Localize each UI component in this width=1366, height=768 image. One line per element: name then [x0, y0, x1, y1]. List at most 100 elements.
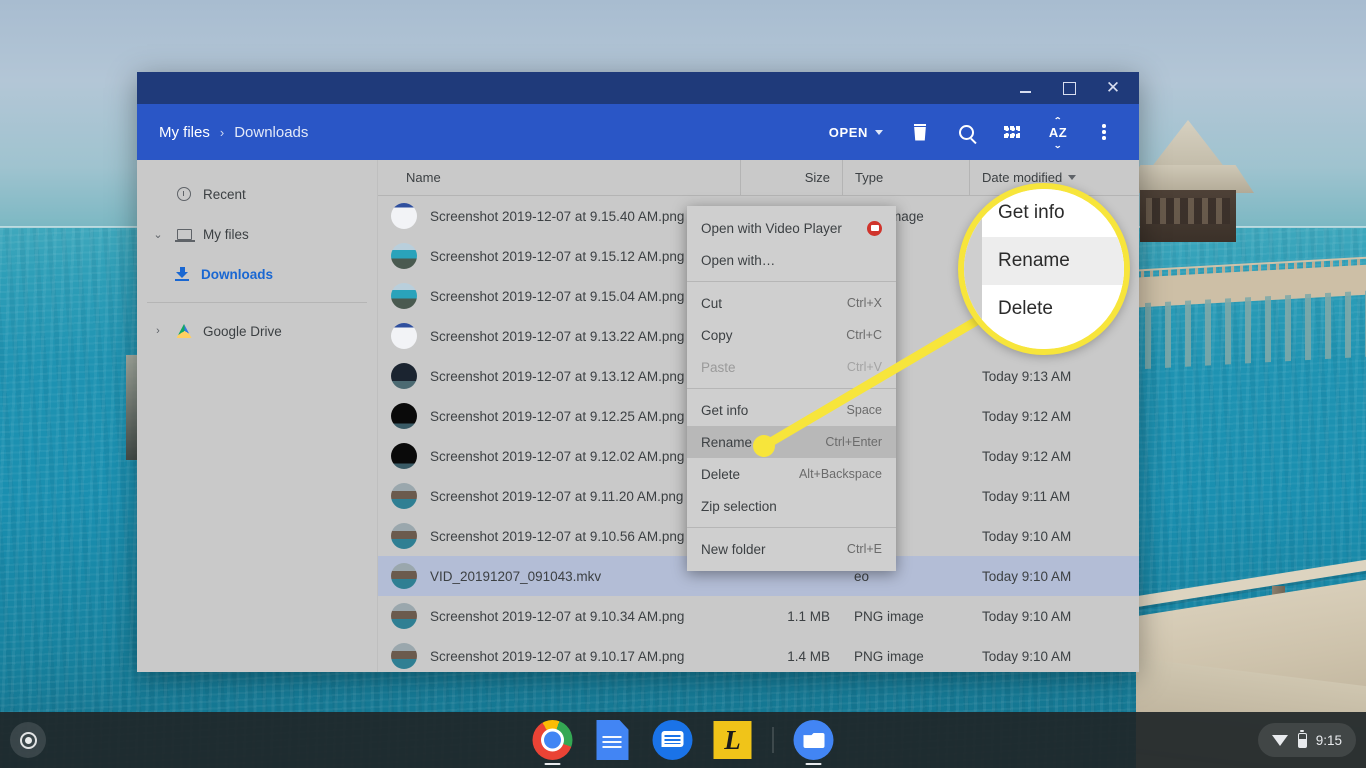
- breadcrumb-current[interactable]: Downloads: [234, 124, 308, 141]
- open-button[interactable]: OPEN: [821, 119, 891, 146]
- trash-icon: [913, 124, 927, 141]
- column-header-name[interactable]: Name: [378, 160, 741, 196]
- wallpaper-bungalow-roof-lower: [1122, 165, 1254, 193]
- file-type-cell: PNG image: [842, 649, 970, 664]
- search-button[interactable]: [943, 109, 989, 155]
- file-date-cell: Today 9:10 AM: [970, 649, 1139, 664]
- column-header-size[interactable]: Size: [741, 160, 842, 196]
- file-type-cell: PNG image: [842, 609, 970, 624]
- menu-item-paste: PasteCtrl+V: [687, 351, 896, 383]
- file-name-label: Screenshot 2019-12-07 at 9.10.34 AM.png: [430, 609, 684, 624]
- shelf-item-l-app[interactable]: L: [713, 720, 753, 760]
- column-header-date-label: Date modified: [982, 170, 1062, 185]
- sort-az-icon: AZ: [1049, 125, 1067, 140]
- sort-button[interactable]: AZ: [1035, 109, 1081, 155]
- laptop-icon: [175, 229, 193, 240]
- system-tray[interactable]: 9:15: [1258, 723, 1356, 757]
- file-name-label: Screenshot 2019-12-07 at 9.10.17 AM.png: [430, 649, 684, 664]
- menu-item-shortcut: Alt+Backspace: [799, 467, 882, 481]
- menu-item-label: Copy: [701, 328, 838, 343]
- breadcrumb: My files › Downloads: [159, 124, 308, 141]
- menu-item-label: Rename: [701, 435, 817, 450]
- menu-item-delete[interactable]: DeleteAlt+Backspace: [687, 458, 896, 490]
- sidebar: Recent ⌄ My files Downloads › Google Dri…: [137, 160, 378, 672]
- file-thumbnail-icon: [391, 323, 417, 349]
- context-menu: Open with Video PlayerOpen with…CutCtrl+…: [687, 206, 896, 571]
- file-name-label: Screenshot 2019-12-07 at 9.11.20 AM.png: [430, 489, 683, 504]
- menu-item-label: Paste: [701, 360, 839, 375]
- search-icon: [959, 125, 974, 140]
- file-thumbnail-icon: [391, 403, 417, 429]
- minimize-button[interactable]: [1003, 72, 1047, 104]
- l-app-icon: L: [714, 721, 752, 759]
- file-date-cell: Today 9:10 AM: [970, 569, 1139, 584]
- shelf-item-chrome[interactable]: [533, 720, 573, 760]
- file-name-label: Screenshot 2019-12-07 at 9.15.04 AM.png: [430, 289, 684, 304]
- table-row[interactable]: Screenshot 2019-12-07 at 9.10.17 AM.png 1…: [378, 636, 1139, 672]
- shelf-app-list: L: [533, 712, 834, 768]
- file-name-label: VID_20191207_091043.mkv: [430, 569, 601, 584]
- more-options-button[interactable]: [1081, 109, 1127, 155]
- menu-item-get-info[interactable]: Get infoSpace: [687, 394, 896, 426]
- file-thumbnail-icon: [391, 363, 417, 389]
- menu-item-rename[interactable]: RenameCtrl+Enter: [687, 426, 896, 458]
- messages-icon: [653, 720, 693, 760]
- chevron-down-icon[interactable]: ⌄: [151, 228, 165, 241]
- file-date-cell: Today 9:10 AM: [970, 529, 1139, 544]
- sidebar-item-label: My files: [203, 227, 249, 242]
- close-button[interactable]: ✕: [1091, 72, 1135, 104]
- file-thumbnail-icon: [391, 283, 417, 309]
- shelf-separator: [773, 727, 774, 753]
- table-row[interactable]: Screenshot 2019-12-07 at 9.10.34 AM.png1…: [378, 596, 1139, 636]
- menu-separator: [687, 388, 896, 389]
- sidebar-item-label: Downloads: [201, 267, 273, 282]
- menu-item-shortcut: Ctrl+C: [846, 328, 882, 342]
- desktop: ✕ My files › Downloads OPEN: [0, 0, 1366, 768]
- column-header-type[interactable]: Type: [842, 160, 970, 196]
- view-toggle-button[interactable]: [989, 109, 1035, 155]
- menu-item-shortcut: Space: [847, 403, 882, 417]
- shelf: L 9:15: [0, 712, 1366, 768]
- launcher-icon: [20, 732, 37, 749]
- files-toolbar: My files › Downloads OPEN AZ: [137, 104, 1139, 160]
- file-name-cell: Screenshot 2019-12-07 at 9.10.17 AM.png: [378, 643, 741, 669]
- sidebar-divider: [147, 302, 367, 303]
- file-thumbnail-icon: [391, 483, 417, 509]
- shelf-item-docs[interactable]: [593, 720, 633, 760]
- chevron-down-icon: [875, 130, 883, 135]
- file-date-cell: Today 9:11 AM: [970, 489, 1139, 504]
- file-thumbnail-icon: [391, 243, 417, 269]
- column-header-date[interactable]: Date modified: [970, 160, 1139, 196]
- sidebar-item-downloads[interactable]: Downloads: [137, 254, 377, 294]
- breadcrumb-root[interactable]: My files: [159, 124, 210, 141]
- file-thumbnail-icon: [391, 523, 417, 549]
- menu-item-cut[interactable]: CutCtrl+X: [687, 287, 896, 319]
- sidebar-item-my-files[interactable]: ⌄ My files: [137, 214, 377, 254]
- breadcrumb-separator: ›: [220, 125, 224, 140]
- wallpaper-bungalow-windows: [1146, 198, 1230, 224]
- menu-item-open-with[interactable]: Open with…: [687, 244, 896, 276]
- chevron-right-icon[interactable]: ›: [151, 325, 165, 337]
- sidebar-item-recent[interactable]: Recent: [137, 174, 377, 214]
- menu-item-open-with-video-player[interactable]: Open with Video Player: [687, 212, 896, 244]
- column-header-row: Name Size Type Date modified: [378, 160, 1139, 196]
- delete-button[interactable]: [897, 109, 943, 155]
- sidebar-item-google-drive[interactable]: › Google Drive: [137, 311, 377, 351]
- menu-item-copy[interactable]: Copy Ctrl+C: [687, 319, 896, 351]
- menu-item-new-folder[interactable]: New folderCtrl+E: [687, 533, 896, 565]
- shelf-item-messages[interactable]: [653, 720, 693, 760]
- launcher-button[interactable]: [10, 722, 46, 758]
- menu-item-zip-selection[interactable]: Zip selection: [687, 490, 896, 522]
- file-name-label: Screenshot 2019-12-07 at 9.15.40 AM.png: [430, 209, 684, 224]
- maximize-button[interactable]: [1047, 72, 1091, 104]
- file-thumbnail-icon: [391, 443, 417, 469]
- file-size-cell: 1.4 MB: [741, 649, 842, 664]
- menu-item-label: Cut: [701, 296, 839, 311]
- sidebar-item-label: Google Drive: [203, 324, 282, 339]
- shelf-item-files[interactable]: [794, 720, 834, 760]
- file-name-label: Screenshot 2019-12-07 at 9.10.56 AM.png: [430, 529, 684, 544]
- file-name-label: Screenshot 2019-12-07 at 9.12.25 AM.png: [430, 409, 684, 424]
- menu-item-label: Open with…: [701, 253, 882, 268]
- file-name-cell: Screenshot 2019-12-07 at 9.10.34 AM.png: [378, 603, 741, 629]
- battery-icon: [1298, 733, 1307, 748]
